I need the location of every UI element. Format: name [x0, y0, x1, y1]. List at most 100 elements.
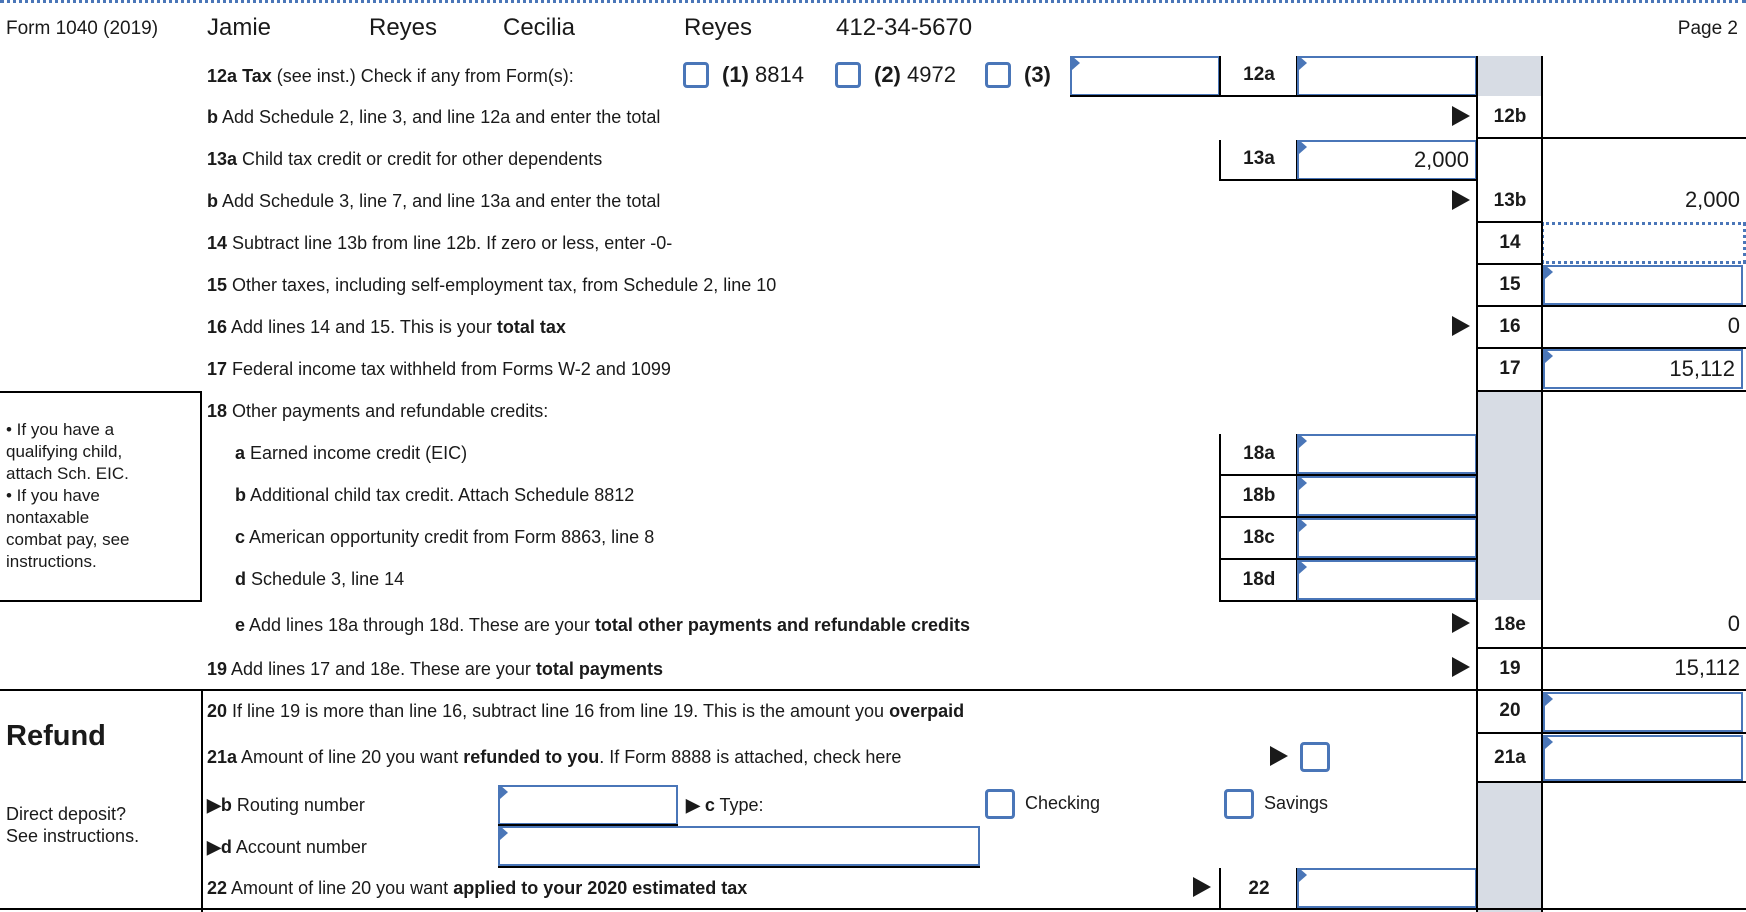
checking-label: Checking	[1025, 793, 1101, 813]
line-15-input[interactable]	[1543, 265, 1743, 305]
line-12a-text: 12a Tax (see inst.) Check if any from Fo…	[207, 66, 574, 86]
ssn: 412-34-5670	[836, 14, 973, 41]
spouse-first-name: Cecilia	[503, 14, 576, 41]
line-16-value: 0	[1727, 313, 1740, 338]
divider	[1541, 137, 1746, 139]
line-18a-input[interactable]	[1297, 434, 1477, 474]
other-form-number-input[interactable]	[1070, 56, 1220, 96]
line-18b-label: 18b	[1242, 485, 1276, 506]
form-3-checkbox[interactable]	[985, 62, 1011, 88]
line-12a-input[interactable]	[1297, 56, 1477, 96]
line-18a-label: 18a	[1243, 443, 1275, 464]
divider	[1477, 221, 1543, 223]
line-13a-input[interactable]: 2,000	[1297, 140, 1477, 180]
routing-number-input[interactable]	[498, 785, 678, 825]
account-number-input[interactable]	[498, 826, 980, 866]
divider	[1219, 516, 1477, 518]
line-18-text: 18 Other payments and refundable credits…	[207, 401, 549, 421]
line-17-text: 17 Federal income tax withheld from Form…	[207, 359, 671, 379]
divider	[1219, 600, 1477, 602]
page-number: Page 2	[1677, 18, 1738, 39]
refund-heading: Refund	[6, 720, 106, 752]
line-12a-label: 12a	[1243, 64, 1275, 85]
eic-note: • If you have a qualifying child, attach…	[6, 420, 130, 571]
divider	[1219, 558, 1477, 560]
form-8888-checkbox[interactable]	[1300, 742, 1330, 772]
line-13b-value: 2,000	[1684, 187, 1740, 212]
divider	[1477, 781, 1746, 783]
line-14-text: 14 Subtract line 13b from line 12b. If z…	[207, 233, 673, 253]
form-4972-checkbox[interactable]	[835, 62, 861, 88]
line-18c-text: c American opportunity credit from Form …	[235, 527, 655, 547]
section-divider	[0, 908, 1746, 910]
spouse-last-name: Reyes	[684, 14, 753, 41]
line-18e-text: e Add lines 18a through 18d. These are y…	[235, 615, 971, 635]
divider	[1219, 474, 1477, 476]
divider	[498, 866, 980, 868]
line-14-input-focused[interactable]	[1541, 222, 1746, 264]
line-17-label: 17	[1499, 358, 1521, 379]
line-19-text: 19 Add lines 17 and 18e. These are your …	[207, 659, 663, 679]
shaded-cell	[1477, 56, 1541, 96]
line-18d-label: 18d	[1242, 569, 1276, 590]
line-16-text: 16 Add lines 14 and 15. This is your tot…	[207, 317, 566, 337]
checking-checkbox[interactable]	[985, 789, 1015, 819]
line-21a-input[interactable]	[1543, 735, 1743, 781]
line-21d-text: ▶d Account number	[207, 837, 367, 857]
sidebar-divider	[201, 690, 203, 912]
line-13a-label: 13a	[1243, 148, 1275, 169]
column-divider	[1541, 56, 1543, 912]
first-name: Jamie	[207, 14, 272, 41]
arrow-right-icon	[1452, 106, 1470, 126]
savings-checkbox[interactable]	[1224, 789, 1254, 819]
line-20-text: 20 If line 19 is more than line 16, subt…	[207, 701, 965, 721]
line-18a-text: a Earned income credit (EIC)	[235, 443, 468, 463]
line-18d-input[interactable]	[1297, 560, 1477, 600]
last-name: Reyes	[369, 14, 438, 41]
divider	[1477, 305, 1746, 307]
line-18d-text: d Schedule 3, line 14	[235, 569, 405, 589]
form-4972-label: (2) 4972	[874, 62, 956, 87]
line-21a-text: 21a Amount of line 20 you want refunded …	[207, 747, 902, 767]
line-22-input[interactable]	[1297, 868, 1477, 908]
line-12b-label: 12b	[1493, 106, 1527, 127]
arrow-right-icon	[1193, 877, 1211, 897]
form-8814-label: (1) 8814	[722, 62, 804, 87]
direct-deposit-note: Direct deposit? See instructions.	[6, 804, 140, 846]
line-15-label: 15	[1499, 274, 1521, 295]
line-13b-label: 13b	[1493, 190, 1527, 211]
line-13a-text: 13a Child tax credit or credit for other…	[207, 149, 603, 169]
line-19-label: 19	[1499, 658, 1521, 679]
line-13b-text: b Add Schedule 3, line 7, and line 13a a…	[207, 191, 661, 211]
column-divider	[1476, 56, 1478, 912]
line-20-input[interactable]	[1543, 692, 1743, 732]
form-label: Form 1040 (2019)	[6, 18, 159, 39]
savings-label: Savings	[1264, 793, 1329, 813]
line-21c-text: ▶ c Type:	[686, 795, 764, 815]
divider	[1477, 137, 1543, 139]
divider	[1477, 263, 1543, 265]
line-22-text: 22 Amount of line 20 you want applied to…	[207, 878, 748, 898]
shaded-cell	[1477, 392, 1541, 600]
form-3-label: (3)	[1024, 62, 1051, 87]
line-18b-text: b Additional child tax credit. Attach Sc…	[235, 485, 635, 505]
line-16-label: 16	[1499, 316, 1521, 337]
line-18e-value: 0	[1727, 611, 1740, 636]
line-19-value: 15,112	[1674, 655, 1740, 680]
shaded-cell	[1477, 783, 1541, 912]
form-8814-checkbox[interactable]	[683, 62, 709, 88]
line-18c-input[interactable]	[1297, 518, 1477, 558]
divider	[1477, 390, 1746, 392]
arrow-right-icon	[1452, 316, 1470, 336]
line-17-input[interactable]: 15,112	[1543, 349, 1743, 389]
line-18b-input[interactable]	[1297, 476, 1477, 516]
arrow-right-icon	[1270, 746, 1288, 766]
line-18e-label: 18e	[1494, 614, 1526, 635]
line-22-label: 22	[1248, 878, 1270, 899]
arrow-right-icon	[1452, 613, 1470, 633]
arrow-right-icon	[1452, 657, 1470, 677]
section-divider	[0, 689, 1746, 691]
divider	[1477, 647, 1746, 649]
top-dotted-border	[0, 0, 1746, 3]
line-20-label: 20	[1499, 700, 1521, 721]
